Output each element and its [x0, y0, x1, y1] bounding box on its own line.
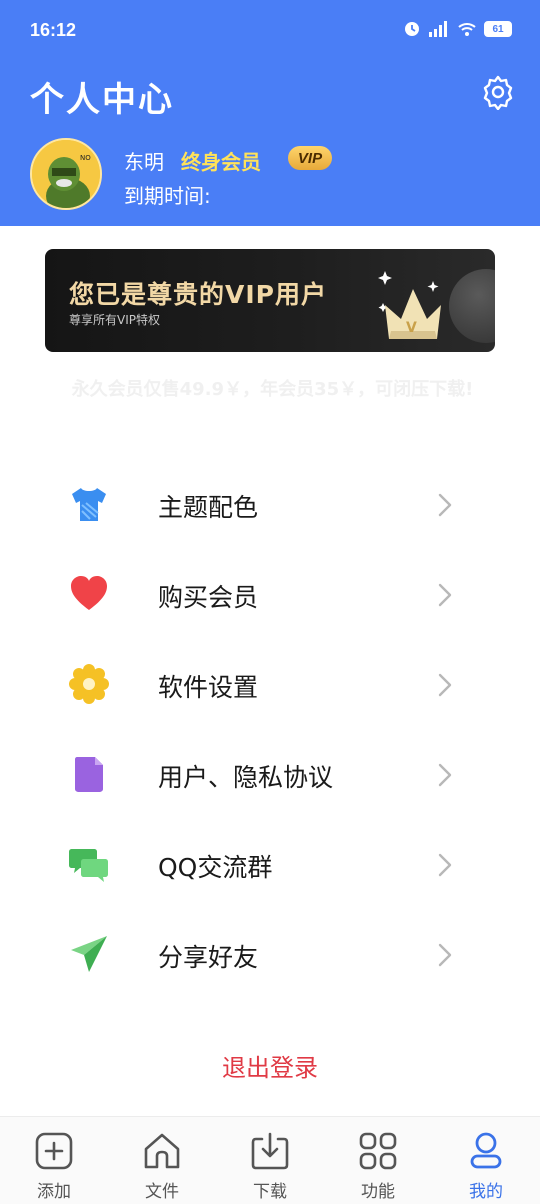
chevron-right-icon: [438, 493, 452, 517]
expire-label: 到期时间:: [124, 184, 211, 208]
avatar[interactable]: NO: [30, 138, 102, 210]
nav-item-functions[interactable]: 功能: [324, 1117, 432, 1204]
menu-label: 主题配色: [158, 493, 259, 522]
menu-item-buy-member[interactable]: 购买会员: [0, 548, 540, 638]
nav-item-files[interactable]: 文件: [108, 1117, 216, 1204]
menu-label: 用户、隐私协议: [158, 763, 334, 792]
crown-icon: V: [378, 271, 441, 339]
download-icon: [251, 1132, 289, 1170]
gear-flower-icon: [69, 664, 109, 704]
chat-bubbles-icon: [69, 849, 108, 882]
menu-item-privacy-agreement[interactable]: 用户、隐私协议: [0, 728, 540, 818]
crown-letter: V: [406, 320, 417, 336]
menu-label: 购买会员: [158, 583, 259, 612]
status-time: 16:12: [30, 20, 77, 40]
user-icon: [470, 1132, 502, 1169]
member-level: 终身会员: [181, 150, 261, 174]
svg-text:NO: NO: [80, 154, 91, 162]
status-bar: 16:12 61: [0, 0, 540, 64]
bottom-nav: 添加 文件 下载 功能 我的: [0, 1116, 540, 1204]
vip-banner[interactable]: 您已是尊贵的VIP用户 尊享所有VIP特权 V: [45, 249, 495, 352]
chevron-right-icon: [438, 583, 452, 607]
battery-level: 61: [492, 23, 504, 35]
avatar-image: NO: [32, 140, 100, 208]
nav-label: 我的: [469, 1182, 503, 1202]
paper-plane-icon: [71, 936, 107, 972]
promo-text: 永久会员仅售49.9￥，年会员35￥，可闭压下载!: [71, 379, 474, 400]
menu-item-software-settings[interactable]: 软件设置: [0, 638, 540, 728]
menu-item-share-friends[interactable]: 分享好友: [0, 908, 540, 998]
add-square-icon: [35, 1132, 73, 1170]
wifi-icon: [458, 23, 476, 36]
grid-icon: [359, 1132, 397, 1170]
menu-label: QQ交流群: [158, 853, 273, 882]
menu-item-qq-group[interactable]: QQ交流群: [0, 818, 540, 908]
settings-gear-icon[interactable]: [480, 74, 516, 110]
chevron-right-icon: [438, 763, 452, 787]
nav-label: 添加: [37, 1182, 71, 1202]
vip-badge: VIP: [288, 146, 332, 170]
home-icon: [144, 1133, 180, 1169]
nav-label: 文件: [145, 1182, 179, 1202]
shirt-icon: [72, 488, 106, 521]
document-icon: [75, 757, 103, 792]
nav-item-add[interactable]: 添加: [0, 1117, 108, 1204]
chevron-right-icon: [438, 673, 452, 697]
signal-icon: [429, 21, 447, 37]
logout-button[interactable]: 退出登录: [0, 1048, 540, 1083]
chevron-right-icon: [438, 853, 452, 877]
status-icons: 61: [403, 20, 512, 38]
vip-banner-subtitle: 尊享所有VIP特权: [69, 313, 160, 327]
menu-item-theme[interactable]: 主题配色: [0, 458, 540, 548]
nav-item-download[interactable]: 下载: [216, 1117, 324, 1204]
nav-label: 功能: [361, 1182, 395, 1202]
battery-icon: 61: [484, 21, 512, 37]
alarm-icon: [405, 22, 419, 36]
vip-banner-title: 您已是尊贵的VIP用户: [69, 280, 327, 309]
nav-label: 下载: [253, 1182, 287, 1202]
menu-label: 分享好友: [158, 943, 259, 972]
menu-label: 软件设置: [158, 673, 259, 702]
nav-item-mine[interactable]: 我的: [432, 1117, 540, 1204]
heart-icon: [71, 576, 107, 610]
chevron-right-icon: [438, 943, 452, 967]
page-title: 个人中心: [30, 80, 174, 120]
profile-header: 16:12 61 个人中心 NO 东明 终身会员 VIP 到期时间:: [0, 0, 540, 226]
user-name: 东明: [124, 150, 164, 174]
